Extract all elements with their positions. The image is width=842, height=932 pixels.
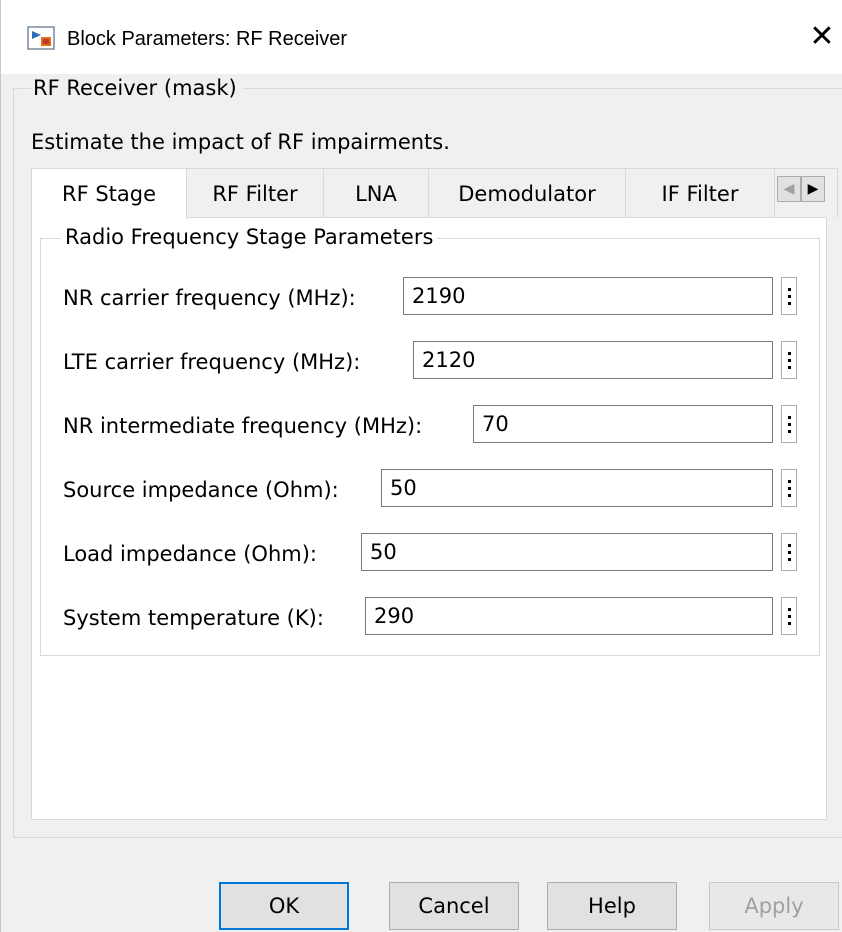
nr-intermediate-frequency-input[interactable]: 70 [473, 405, 773, 443]
system-temperature-more-button[interactable] [781, 597, 797, 635]
tab-panel-rf-stage: Radio Frequency Stage Parameters NR carr… [31, 217, 827, 820]
window-title: Block Parameters: RF Receiver [67, 28, 348, 50]
arrow-right-icon: ▶ [807, 181, 819, 197]
nr-carrier-frequency-input[interactable]: 2190 [403, 277, 773, 315]
arrow-left-icon: ◀ [783, 181, 795, 197]
close-button[interactable]: ✕ [805, 18, 839, 56]
close-icon: ✕ [809, 19, 835, 54]
tab-demodulator[interactable]: Demodulator [428, 168, 626, 218]
system-temperature-input[interactable]: 290 [365, 597, 773, 635]
source-impedance-more-button[interactable] [781, 469, 797, 507]
param-label: System temperature (K): [63, 606, 324, 630]
tab-bar: RF Stage RF Filter LNA Demodulator IF Fi… [31, 168, 842, 220]
mask-title: RF Receiver (mask) [31, 76, 243, 100]
nr-carrier-frequency-more-button[interactable] [781, 277, 797, 315]
tab-scroll-left-button[interactable]: ◀ [777, 176, 801, 202]
source-impedance-input[interactable]: 50 [381, 469, 773, 507]
parameter-group-title: Radio Frequency Stage Parameters [61, 225, 438, 249]
tab-scroll-right-button[interactable]: ▶ [801, 176, 825, 202]
ok-button[interactable]: OK [219, 882, 349, 930]
load-impedance-input[interactable]: 50 [361, 533, 773, 571]
param-label: NR intermediate frequency (MHz): [63, 414, 423, 438]
tab-rf-stage[interactable]: RF Stage [31, 168, 187, 220]
load-impedance-more-button[interactable] [781, 533, 797, 571]
param-label: Load impedance (Ohm): [63, 542, 317, 566]
nr-intermediate-frequency-more-button[interactable] [781, 405, 797, 443]
tab-if-filter[interactable]: IF Filter [625, 168, 775, 218]
dialog-window: Block Parameters: RF Receiver ✕ RF Recei… [0, 0, 842, 932]
lte-carrier-frequency-input[interactable]: 2120 [413, 341, 773, 379]
simulink-block-icon [27, 26, 55, 50]
tab-lna[interactable]: LNA [323, 168, 429, 218]
apply-button[interactable]: Apply [709, 882, 839, 930]
parameter-group: Radio Frequency Stage Parameters NR carr… [40, 225, 820, 656]
param-label: Source impedance (Ohm): [63, 478, 339, 502]
lte-carrier-frequency-more-button[interactable] [781, 341, 797, 379]
tab-rf-filter[interactable]: RF Filter [186, 168, 324, 218]
mask-description: Estimate the impact of RF impairments. [31, 130, 450, 154]
cancel-button[interactable]: Cancel [389, 882, 519, 930]
help-button[interactable]: Help [547, 882, 677, 930]
title-bar: Block Parameters: RF Receiver ✕ [1, 0, 842, 74]
param-label: LTE carrier frequency (MHz): [63, 350, 361, 374]
param-label: NR carrier frequency (MHz): [63, 286, 356, 310]
